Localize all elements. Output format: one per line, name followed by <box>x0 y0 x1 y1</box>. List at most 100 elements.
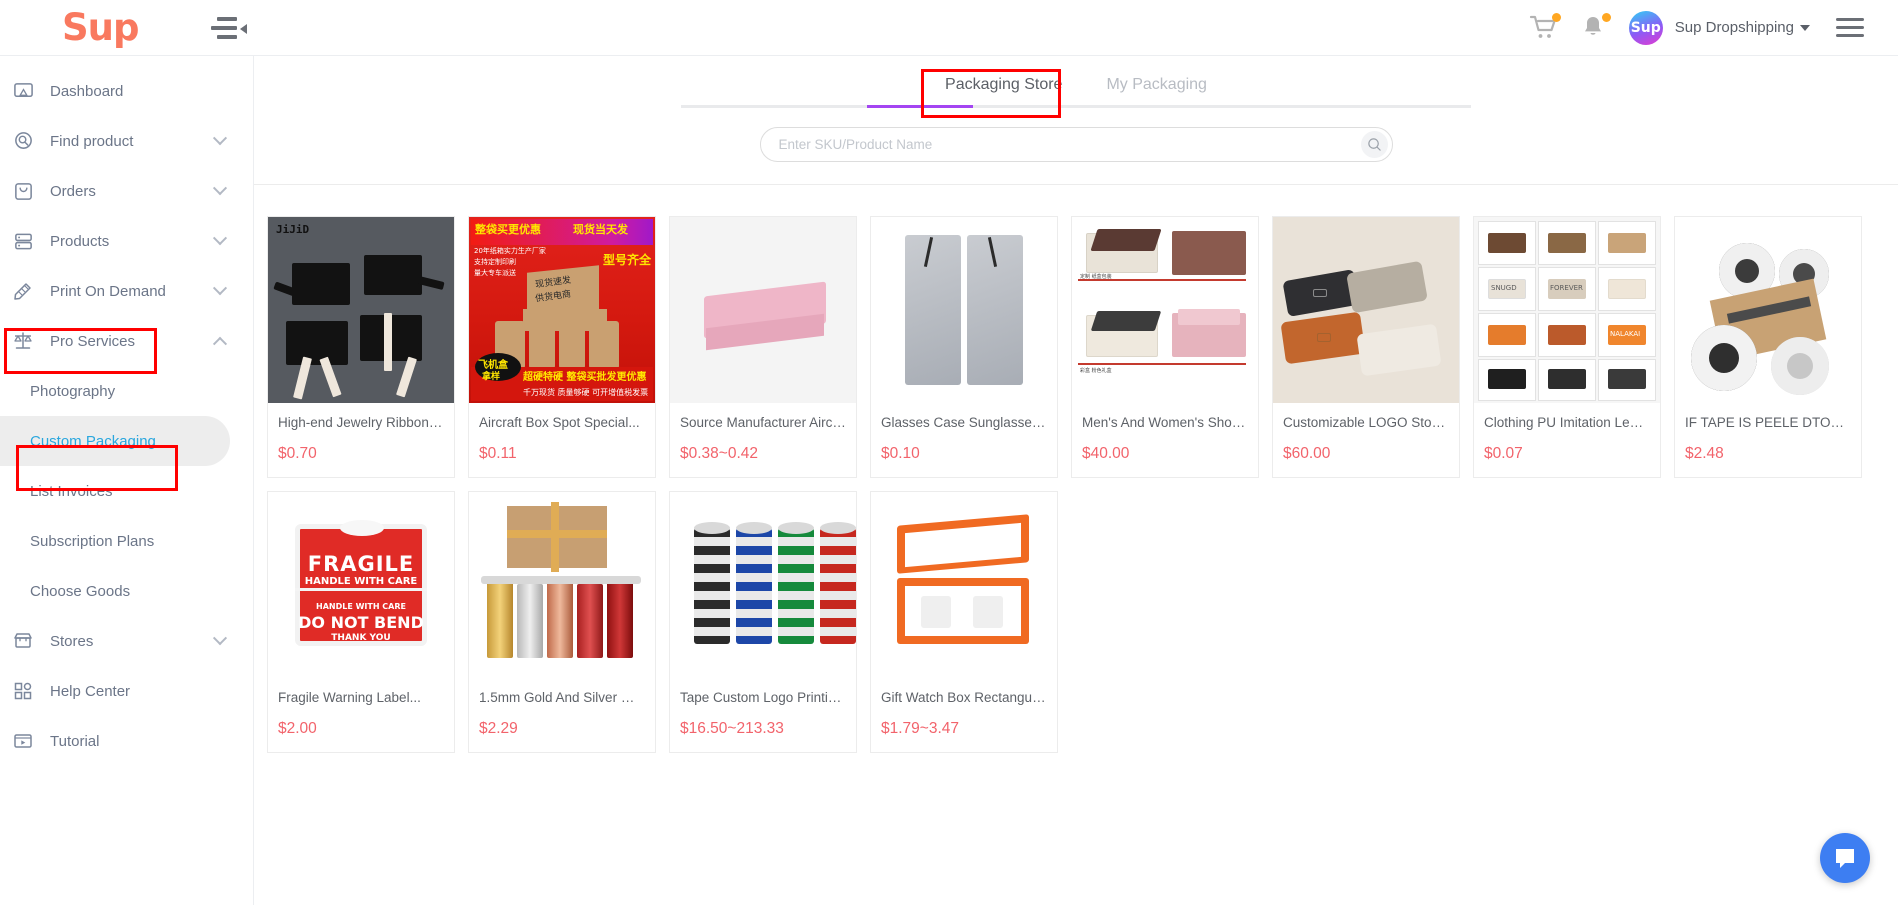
sidebar-subitem-label: List Invoices <box>30 482 113 500</box>
product-card[interactable]: Glasses Case Sunglasses... $0.10 <box>870 216 1058 478</box>
sidebar-item-products[interactable]: Products <box>0 216 253 266</box>
product-image <box>469 492 655 678</box>
product-image: SNUGD FOREVER NALAKAI <box>1474 217 1660 403</box>
cart-icon[interactable] <box>1529 12 1563 43</box>
sidebar-item-label: Find product <box>50 132 134 150</box>
product-title: Gift Watch Box Rectangular... <box>881 690 1057 705</box>
sidebar-item-pro-services[interactable]: Pro Services <box>0 316 253 366</box>
notification-bell-icon[interactable] <box>1579 12 1613 43</box>
product-card[interactable]: 整袋买更优惠 现货当天发 20年纸箱实力生产厂家 支持定制印刷 量大专车派送 型… <box>468 216 656 478</box>
product-title: Fragile Warning Label... <box>278 690 421 705</box>
product-price: $40.00 <box>1082 445 1130 462</box>
sidebar-subitem-list-invoices[interactable]: List Invoices <box>0 466 253 516</box>
product-card[interactable]: Source Manufacturer Aircra... $0.38~0.42 <box>669 216 857 478</box>
product-image: JiJiD <box>268 217 454 403</box>
sidebar-item-stores[interactable]: Stores <box>0 616 253 666</box>
sidebar-subitem-label: Subscription Plans <box>30 532 155 550</box>
main-content: Packaging Store My Packaging Enter SKU/P… <box>254 56 1898 905</box>
product-image-text: HANDLE WITH CARE <box>304 576 418 587</box>
product-card[interactable]: Gift Watch Box Rectangular... $1.79~3.47 <box>870 491 1058 753</box>
product-image <box>670 492 856 678</box>
chevron-down-icon <box>212 131 228 146</box>
product-price: $60.00 <box>1283 445 1331 462</box>
product-price: $0.10 <box>881 445 920 462</box>
product-image-text: 千万现货 质量够硬 可开增值税发票 <box>523 388 649 397</box>
sidebar-subitem-photography[interactable]: Photography <box>0 366 253 416</box>
product-title: Source Manufacturer Aircra... <box>680 415 856 430</box>
sidebar-item-label: Help Center <box>50 682 131 700</box>
sidebar-item-tutorial[interactable]: Tutorial <box>0 716 253 766</box>
tab-active-indicator <box>867 105 973 108</box>
tab-packaging-store[interactable]: Packaging Store <box>923 68 1084 108</box>
sidebar-subitem-subscription-plans[interactable]: Subscription Plans <box>0 516 253 566</box>
sidebar-item-find-product[interactable]: Find product <box>0 116 253 166</box>
product-title: Customizable LOGO Storag... <box>1283 415 1459 430</box>
tab-my-packaging[interactable]: My Packaging <box>1084 68 1229 108</box>
chevron-down-icon <box>212 631 228 646</box>
sidebar-subitem-label: Choose Goods <box>30 582 131 600</box>
brand-logo[interactable]: Sup <box>62 9 139 46</box>
chevron-up-icon <box>212 336 228 351</box>
product-image-text: FRAGILE <box>307 552 415 576</box>
product-image-text: 超硬特硬 整袋买批发更优惠 <box>523 372 647 383</box>
product-card[interactable]: 定制 纸盒包装 彩盒 粉色礼盒 Men's And Women's Shoes.… <box>1071 216 1259 478</box>
chat-bubble-icon[interactable] <box>1820 833 1870 883</box>
search-button[interactable] <box>1360 131 1388 158</box>
product-title: Aircraft Box Spot Special... <box>479 415 640 430</box>
product-grid: JiJiD High-end Jewelry Ribbon F... $0.70… <box>254 185 1898 753</box>
product-card[interactable]: 1.5mm Gold And Silver Wir... $2.29 <box>468 491 656 753</box>
product-title: 1.5mm Gold And Silver Wir... <box>479 690 652 705</box>
product-image <box>670 217 856 403</box>
user-name[interactable]: Sup Dropshipping <box>1675 19 1794 36</box>
product-image-text: 整袋买更优惠 <box>475 223 541 236</box>
product-card[interactable]: Customizable LOGO Storag... $60.00 <box>1272 216 1460 478</box>
product-card[interactable]: FRAGILE HANDLE WITH CARE HANDLE WITH CAR… <box>267 491 455 753</box>
product-price: $0.70 <box>278 445 317 462</box>
product-title: Glasses Case Sunglasses... <box>881 415 1050 430</box>
search-box[interactable] <box>759 127 1393 162</box>
sidebar-subitem-choose-goods[interactable]: Choose Goods <box>0 566 253 616</box>
tab-label: My Packaging <box>1106 76 1207 93</box>
sidebar-item-dashboard[interactable]: Dashboard <box>0 66 253 116</box>
orders-bag-icon <box>10 178 36 204</box>
chevron-down-icon[interactable] <box>1800 24 1810 31</box>
product-image-text: 20年纸箱实力生产厂家 <box>474 247 546 255</box>
sidebar: Dashboard Find product Orders Products P… <box>0 56 254 905</box>
tabs-container: Packaging Store My Packaging <box>254 56 1898 108</box>
app-root: Sup Sup Sup Dropshipping Dashboard Find … <box>0 0 1898 905</box>
collapse-sidebar-icon[interactable] <box>211 16 238 39</box>
products-stack-icon <box>10 228 36 254</box>
product-card[interactable]: JiJiD High-end Jewelry Ribbon F... $0.70 <box>267 216 455 478</box>
tab-list: Packaging Store My Packaging <box>254 56 1898 108</box>
sidebar-item-orders[interactable]: Orders <box>0 166 253 216</box>
product-price: $16.50~213.33 <box>680 720 784 737</box>
cart-badge <box>1551 12 1561 22</box>
product-card[interactable]: SNUGD FOREVER NALAKAI Clothing PU Imitat… <box>1473 216 1661 478</box>
sidebar-item-help-center[interactable]: Help Center <box>0 666 253 716</box>
product-card[interactable]: Tape Custom Logo Printing... $16.50~213.… <box>669 491 857 753</box>
product-title: Tape Custom Logo Printing... <box>680 690 855 705</box>
tab-label: Packaging Store <box>945 76 1063 93</box>
tutorial-video-icon <box>10 728 36 754</box>
sidebar-item-label: Tutorial <box>50 732 100 750</box>
hamburger-menu-icon[interactable] <box>1836 18 1864 37</box>
product-image-text: FOREVER <box>1550 284 1583 292</box>
sidebar-item-print-on-demand[interactable]: Print On Demand <box>0 266 253 316</box>
product-image-logo: JiJiD <box>276 223 310 236</box>
help-grid-icon <box>10 678 36 704</box>
sidebar-item-label: Pro Services <box>50 332 136 350</box>
product-image-text: 型号齐全 <box>602 253 651 267</box>
search-input[interactable] <box>778 137 1361 152</box>
product-image-text: 支持定制印刷 <box>474 258 516 266</box>
product-title: Clothing PU Imitation Leath... <box>1484 415 1660 430</box>
product-image-text: SNUGD <box>1491 284 1517 292</box>
sidebar-item-label: Orders <box>50 182 96 200</box>
scales-icon <box>10 328 36 354</box>
store-icon <box>10 628 36 654</box>
sidebar-subitem-label: Custom Packaging <box>30 432 156 450</box>
product-image: 定制 纸盒包装 彩盒 粉色礼盒 <box>1072 217 1258 403</box>
product-card[interactable]: IF TAPE IS PEELE DTORN O... $2.48 <box>1674 216 1862 478</box>
sidebar-subitem-custom-packaging[interactable]: Custom Packaging <box>0 416 230 466</box>
chevron-down-icon <box>212 181 228 196</box>
avatar[interactable]: Sup <box>1628 10 1663 45</box>
